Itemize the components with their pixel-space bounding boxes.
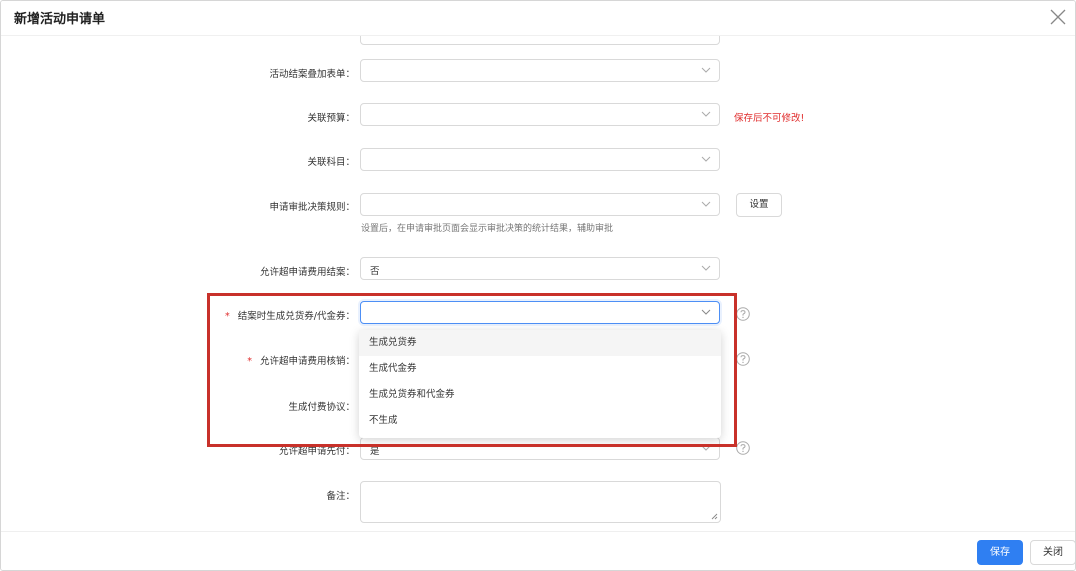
form-body: 活动结案叠加表单： 关联预算： 保存后不可修改! 关联科目： 申请审批决策规则：… [1, 36, 1075, 530]
allow-over-writeoff-label: * 允许超申请费用核销： [1, 353, 355, 367]
dropdown-option[interactable]: 生成兑货券和代金券 [359, 382, 721, 408]
dialog: 新增活动申请单 活动结案叠加表单： 关联预算： 保存后不可修改! 关联科目： 申… [0, 0, 1076, 571]
voucher-dropdown-menu: 生成兑货券 生成代金券 生成兑货券和代金券 不生成 [359, 330, 721, 438]
gen-voucher-label: * 结案时生成兑货券/代金券： [1, 308, 355, 322]
partial-select[interactable] [360, 36, 720, 45]
related-subject-select[interactable] [360, 148, 720, 171]
dropdown-option[interactable]: 生成代金券 [359, 356, 721, 382]
approval-rule-hint: 设置后，在申请审批页面会显示审批决策的统计结果，辅助审批 [361, 224, 614, 234]
select-value: 否 [370, 266, 380, 277]
question-circle-icon[interactable] [736, 441, 750, 455]
select-value: 是 [370, 446, 380, 457]
chevron-down-icon [701, 67, 711, 73]
chevron-down-icon [701, 201, 711, 207]
approval-rule-label: 申请审批决策规则： [269, 202, 355, 213]
allow-over-prepay-label: 允许超申请先付： [278, 446, 355, 457]
chevron-down-icon [701, 156, 711, 162]
save-button[interactable]: 保存 [977, 540, 1023, 565]
question-circle-icon[interactable] [736, 352, 750, 366]
gen-payment-label: 生成付费协议： [288, 402, 355, 413]
dialog-footer: 保存 关闭 [1, 531, 1075, 570]
related-budget-label: 关联预算： [307, 113, 355, 124]
question-circle-icon[interactable] [736, 307, 750, 321]
gen-voucher-label-text: 结案时生成兑货券/代金券： [237, 311, 355, 322]
related-subject-label: 关联科目： [307, 157, 355, 168]
close-icon[interactable] [1046, 5, 1070, 29]
related-budget-select[interactable] [360, 103, 720, 126]
allow-over-writeoff-label-text: 允许超申请费用核销： [259, 356, 355, 367]
chevron-down-icon [701, 445, 711, 451]
dropdown-option[interactable]: 不生成 [359, 408, 721, 434]
settle-overlay-form-label: 活动结案叠加表单： [269, 69, 355, 80]
dialog-header: 新增活动申请单 [1, 1, 1075, 36]
allow-over-prepay-select[interactable]: 是 [360, 437, 720, 460]
settle-overlay-form-select[interactable] [360, 59, 720, 82]
remark-textarea[interactable] [360, 481, 721, 523]
required-asterisk: * [247, 356, 252, 367]
dialog-title: 新增活动申请单 [14, 12, 106, 27]
chevron-down-icon [701, 309, 711, 315]
chevron-down-icon [701, 265, 711, 271]
close-button[interactable]: 关闭 [1030, 540, 1075, 565]
resize-grip-icon[interactable] [711, 513, 718, 520]
chevron-down-icon [701, 111, 711, 117]
approval-rule-select[interactable] [360, 193, 720, 216]
required-asterisk: * [225, 311, 230, 322]
dropdown-option[interactable]: 生成兑货券 [359, 330, 721, 356]
remark-label: 备注： [326, 491, 355, 502]
budget-warning-text: 保存后不可修改! [734, 113, 805, 124]
approval-rule-settings-button[interactable]: 设置 [736, 193, 782, 217]
allow-over-settle-label: 允许超申请费用结案： [259, 267, 355, 278]
allow-over-settle-select[interactable]: 否 [360, 257, 720, 280]
gen-voucher-select[interactable] [360, 301, 720, 324]
